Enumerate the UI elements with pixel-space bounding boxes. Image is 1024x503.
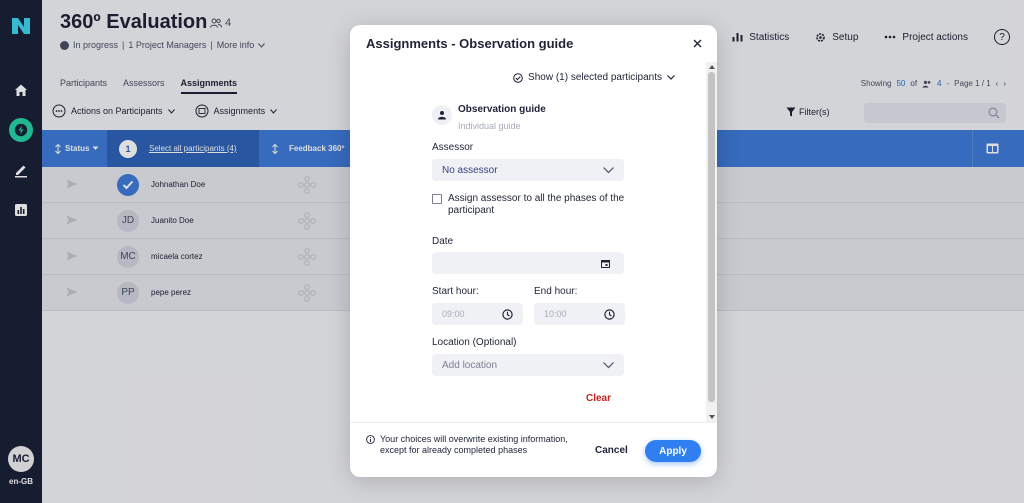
check-circle-icon [513,72,523,83]
cancel-button[interactable]: Cancel [595,445,628,456]
guide-subtitle: Individual guide [458,121,521,131]
assessor-select[interactable]: No assessor [432,159,624,181]
end-hour-input[interactable]: 10:00 [534,303,625,325]
assignments-modal: Assignments - Observation guide Show (1)… [350,25,717,477]
start-hour-input[interactable]: 09:00 [432,303,523,325]
person-icon [432,105,452,125]
scroll-thumb[interactable] [708,72,715,402]
chevron-down-icon [603,361,614,368]
assign-all-phases-option[interactable]: Assign assessor to all the phases of the… [432,193,632,217]
modal-scrollbar[interactable] [706,62,717,422]
start-hour-label: Start hour: [432,286,479,297]
modal-body: Show (1) selected participants Observati… [350,62,707,422]
end-hour-label: End hour: [534,286,578,297]
chevron-down-icon [603,166,614,173]
date-label: Date [432,236,454,247]
date-input[interactable] [432,252,624,274]
assign-all-phases-checkbox[interactable] [432,194,442,204]
scroll-up-icon[interactable] [709,65,715,69]
modal-title: Assignments - Observation guide [366,36,574,51]
chevron-down-icon [667,75,675,80]
assessor-label: Assessor [432,142,474,153]
overwrite-notice: Your choices will overwrite existing inf… [366,434,576,456]
location-select[interactable]: Add location [432,354,624,376]
clock-icon [604,308,615,320]
scroll-down-icon[interactable] [709,415,715,419]
clear-button[interactable]: Clear [586,393,611,404]
close-icon[interactable] [691,37,703,49]
calendar-icon [601,259,610,268]
location-label: Location (Optional) [432,337,517,348]
modal-footer: Your choices will overwrite existing inf… [350,422,717,477]
clock-icon [502,308,513,320]
show-selected-toggle[interactable]: Show (1) selected participants [513,72,675,83]
guide-title: Observation guide [458,104,546,115]
apply-button[interactable]: Apply [645,440,701,462]
info-icon [366,435,375,444]
